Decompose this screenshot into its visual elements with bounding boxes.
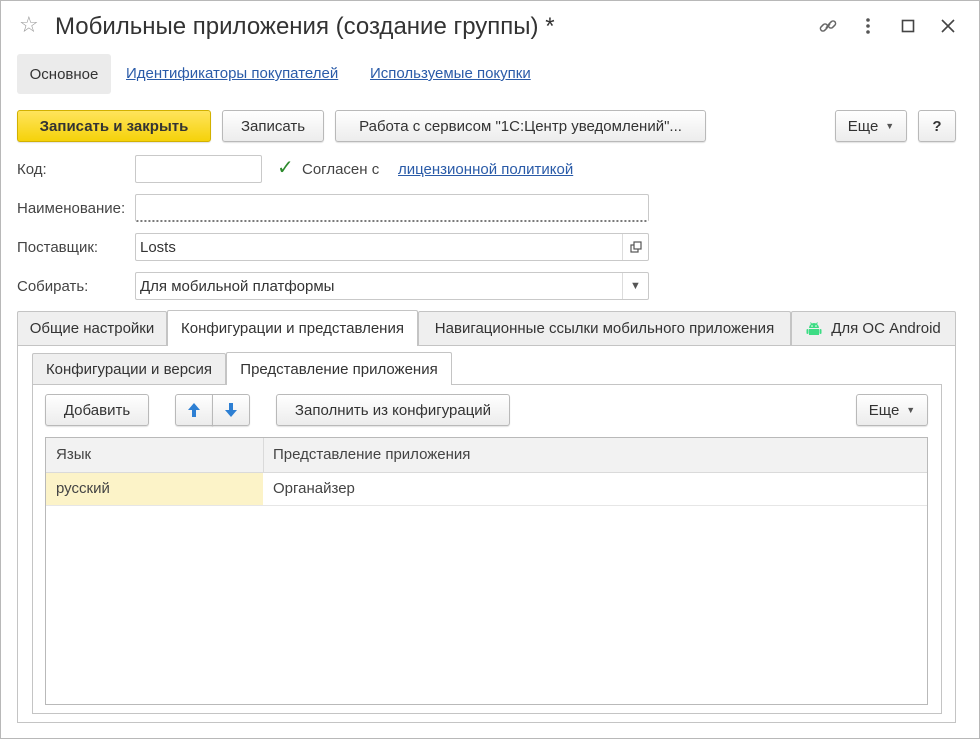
column-header-language[interactable]: Язык — [56, 446, 91, 463]
agree-label: Согласен с — [302, 161, 380, 178]
more-button[interactable]: Еще ▼ — [835, 110, 907, 142]
app-view-table[interactable]: Язык Представление приложения русский Ор… — [45, 437, 928, 705]
maximize-icon[interactable] — [897, 15, 919, 37]
collect-value: Для мобильной платформы — [140, 277, 335, 295]
column-header-app-view[interactable]: Представление приложения — [273, 446, 470, 463]
tab-android[interactable]: Для ОС Android — [791, 311, 956, 345]
subtab-app-view[interactable]: Представление приложения — [226, 352, 452, 385]
notification-service-button[interactable]: Работа с сервисом "1С:Центр уведомлений"… — [335, 110, 706, 142]
column-divider — [263, 438, 264, 473]
star-icon[interactable]: ☆ — [19, 14, 39, 36]
tab-navigation-links[interactable]: Навигационные ссылки мобильного приложен… — [418, 311, 791, 345]
open-icon[interactable] — [622, 234, 648, 260]
more-vertical-icon[interactable] — [857, 15, 879, 37]
caret-down-icon: ▼ — [906, 405, 916, 415]
supplier-field[interactable]: Losts — [135, 233, 649, 261]
arrow-up-icon — [187, 402, 201, 418]
collect-label: Собирать: — [17, 278, 89, 295]
arrow-down-icon — [224, 402, 238, 418]
table-header: Язык Представление приложения — [46, 438, 927, 473]
nav-main[interactable]: Основное — [17, 54, 111, 94]
more-button-label: Еще — [847, 117, 879, 135]
supplier-value: Losts — [140, 238, 176, 256]
sub-more-label: Еще — [868, 401, 900, 419]
close-icon[interactable] — [937, 15, 959, 37]
supplier-label: Поставщик: — [17, 239, 99, 256]
cell-language[interactable]: русский — [56, 480, 110, 497]
code-label: Код: — [17, 161, 47, 178]
move-down-button[interactable] — [212, 394, 250, 426]
cell-app-view[interactable]: Органайзер — [273, 480, 355, 497]
name-field[interactable] — [135, 194, 649, 222]
save-button[interactable]: Записать — [222, 110, 324, 142]
caret-down-icon: ▼ — [885, 121, 895, 131]
tab-android-label: Для ОС Android — [831, 320, 941, 337]
dropdown-icon[interactable]: ▼ — [622, 273, 648, 299]
window-controls — [817, 15, 959, 37]
agree-checkbox[interactable]: ✓ — [277, 158, 295, 178]
code-field[interactable] — [135, 155, 262, 183]
table-row[interactable]: русский Органайзер — [46, 473, 927, 506]
window-title: Мобильные приложения (создание группы) * — [55, 13, 555, 40]
license-policy-link[interactable]: лицензионной политикой — [398, 161, 573, 178]
fill-from-configurations-button[interactable]: Заполнить из конфигураций — [276, 394, 510, 426]
tab-configurations[interactable]: Конфигурации и представления — [167, 310, 418, 346]
save-and-close-button[interactable]: Записать и закрыть — [17, 110, 211, 142]
form-window: ☆ Мобильные приложения (создание группы)… — [0, 0, 980, 739]
tab-general[interactable]: Общие настройки — [17, 311, 167, 345]
nav-used-purchases[interactable]: Используемые покупки — [370, 65, 531, 82]
name-label: Наименование: — [17, 200, 126, 217]
android-icon — [806, 321, 822, 337]
link-icon[interactable] — [817, 15, 839, 37]
subtab-config-version[interactable]: Конфигурации и версия — [32, 353, 226, 384]
collect-select[interactable]: Для мобильной платформы ▼ — [135, 272, 649, 300]
nav-buyer-ids[interactable]: Идентификаторы покупателей — [126, 65, 338, 82]
move-up-button[interactable] — [175, 394, 213, 426]
sub-more-button[interactable]: Еще ▼ — [856, 394, 928, 426]
help-button[interactable]: ? — [918, 110, 956, 142]
add-button[interactable]: Добавить — [45, 394, 149, 426]
